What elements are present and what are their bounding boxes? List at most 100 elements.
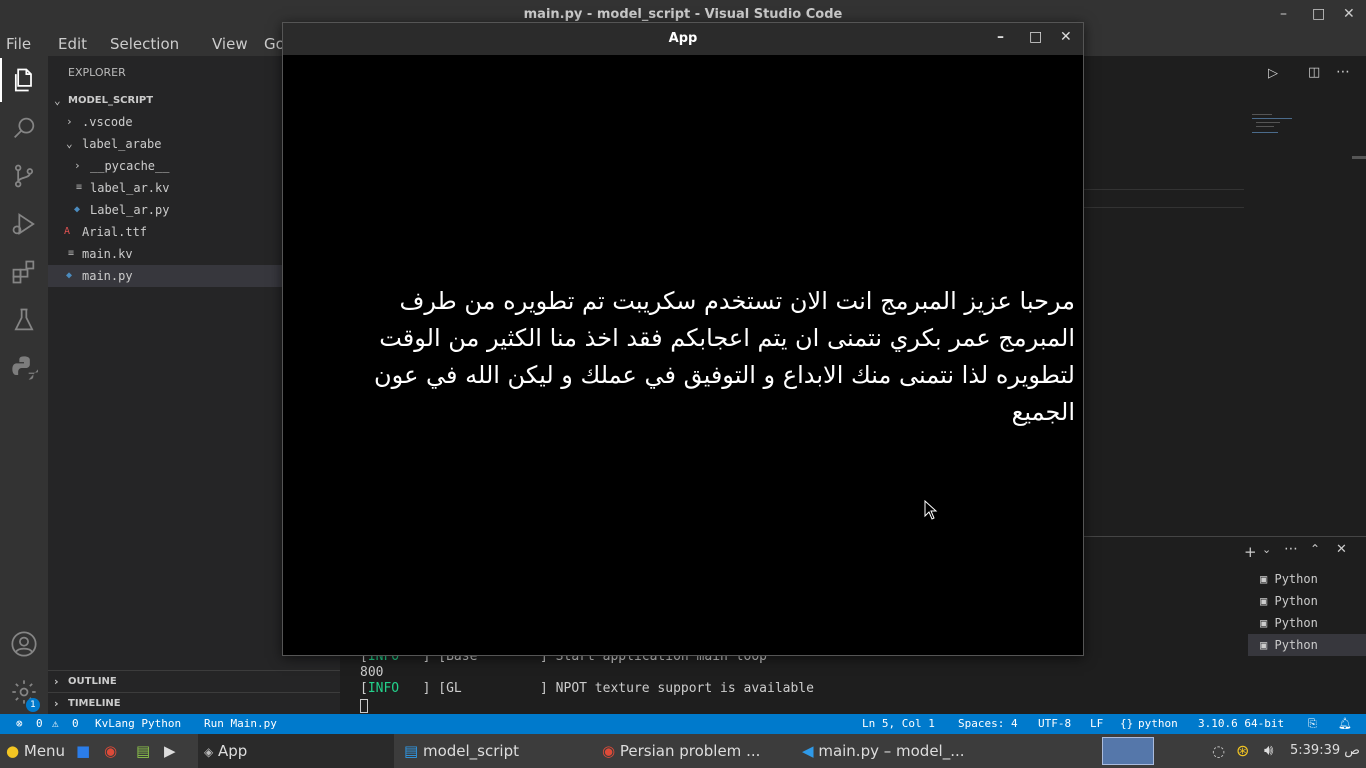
taskbar: ● Menu ■ ◉ ▤ ▶ ◈ App ▤ model_script ◉ Pe… [0,734,1366,768]
chevron-down-icon[interactable]: ⌄ [1262,543,1271,556]
python-icon[interactable] [10,354,41,382]
app-maximize-button[interactable]: □ [1029,29,1042,45]
kivy-icon: ◈ [204,745,214,759]
chevron-right-icon: › [66,115,73,128]
minimap-line [1256,122,1280,123]
outline-section[interactable]: › OUTLINE [48,670,340,692]
volume-icon[interactable]: 🔊︎ [1264,741,1273,759]
indentation[interactable]: Spaces: 4 [958,717,1018,730]
menu-icon: ● [6,742,20,760]
python-file-icon: ◆ [66,270,73,281]
active-indicator [0,58,2,102]
maximize-button[interactable]: □ [1312,6,1325,22]
chevron-down-icon: ⌄ [66,137,73,150]
terminal-icon: ▣ [1260,594,1268,608]
maximize-panel-icon[interactable]: ⌃ [1310,542,1320,556]
terminal-instance[interactable]: ▣ Python [1248,568,1366,590]
file-lines-icon: ≡ [76,182,83,193]
notifications-icon[interactable]: 🔔︎ [1338,717,1352,730]
interpreter[interactable]: 3.10.6 64-bit [1198,717,1284,730]
tree-item-label: __pycache__ [90,159,170,173]
python-file-icon: ◆ [74,204,81,215]
app-window[interactable]: App – □ ✕ مرحبا عزيز المبرمج انت الان تس… [282,22,1084,656]
timeline-section[interactable]: › TIMELINE [48,692,340,714]
terminal-instance-label: Python [1274,616,1318,630]
terminal-icon: ▣ [1260,572,1268,586]
terminal-cursor [360,699,368,713]
braces-icon: {} [1120,717,1134,730]
cursor-position[interactable]: Ln 5, Col 1 [862,717,935,730]
testing-icon[interactable] [10,306,38,334]
clock[interactable]: 5:39:39 ص [1290,743,1360,758]
minimize-button[interactable]: – [1280,6,1287,22]
new-terminal-icon[interactable]: + [1244,543,1257,561]
chevron-down-icon: ⌄ [54,94,61,107]
menu-view[interactable]: View [212,35,248,53]
error-icon[interactable]: ⊗ [16,717,23,730]
search-icon[interactable] [10,114,38,142]
error-count[interactable]: 0 [36,717,43,730]
menu-edit[interactable]: Edit [58,35,87,53]
app-close-button[interactable]: ✕ [1060,29,1072,45]
run-debug-icon[interactable] [10,210,38,238]
warning-icon[interactable]: ⚠ [52,717,59,730]
status-run[interactable]: Run Main.py [204,717,277,730]
more-actions-icon[interactable]: ⋯ [1336,64,1350,80]
terminal-instance-active[interactable]: ▣ Python [1248,634,1366,656]
editor-rule [1084,189,1244,190]
scrollbar-thumb[interactable] [1352,156,1366,159]
chevron-right-icon: › [74,159,81,172]
terminal-launcher-icon[interactable]: ▶ [164,734,184,768]
task-label: Persian problem ... [619,742,761,760]
split-editor-icon[interactable]: ◫ [1308,65,1320,80]
tree-item-label: label_arabe [82,137,162,151]
terminal-instance[interactable]: ▣ Python [1248,612,1366,634]
update-icon[interactable]: ⊛ [1236,741,1249,760]
eol[interactable]: LF [1090,717,1103,730]
run-icon[interactable]: ▷ [1268,66,1278,81]
start-menu-label: Menu [23,742,66,760]
minimap-line [1256,126,1274,127]
status-kvlang[interactable]: KvLang Python [95,717,181,730]
close-button[interactable]: ✕ [1343,6,1355,22]
chevron-right-icon: › [54,675,59,688]
feedback-icon[interactable]: ⎘ [1308,717,1317,731]
start-menu-button[interactable]: ● Menu [6,734,78,768]
chrome-launcher-icon[interactable]: ◉ [104,734,124,768]
more-actions-icon[interactable]: ⋯ [1284,541,1298,557]
task-model-script[interactable]: ▤ model_script [398,734,594,768]
source-control-icon[interactable] [10,162,38,190]
files-icon[interactable] [10,66,38,94]
terminal-instance-label: Python [1274,638,1318,652]
warning-count[interactable]: 0 [72,717,79,730]
tree-item-label: label_ar.kv [90,181,170,195]
folder-icon: ▤ [404,742,419,760]
language-mode[interactable]: python [1138,717,1178,730]
task-label: main.py – model_... [818,742,965,760]
root-folder-label: MODEL_SCRIPT [68,95,154,106]
settings-badge: 1 [26,698,40,712]
show-desktop-icon[interactable]: ■ [76,734,94,768]
explorer-title: EXPLORER [68,66,126,79]
minimap[interactable] [1250,112,1310,152]
menu-selection[interactable]: Selection [110,35,179,53]
task-chrome[interactable]: ◉ Persian problem ... [598,734,798,768]
app-titlebar[interactable]: App – □ ✕ [283,23,1083,55]
files-launcher-icon[interactable]: ▤ [136,734,156,768]
tree-item-label: main.py [82,269,133,283]
task-vscode[interactable]: ◀ main.py – model_... [800,734,998,768]
editor-rule [1084,207,1244,208]
encoding[interactable]: UTF-8 [1038,717,1071,730]
task-app[interactable]: ◈ App [198,734,394,768]
workspace-switcher[interactable] [1102,737,1154,765]
window-title: main.py - model_script - Visual Studio C… [523,7,843,22]
terminal-instance[interactable]: ▣ Python [1248,590,1366,612]
account-icon[interactable] [10,630,38,658]
mouse-pointer-icon [924,500,938,520]
menu-file[interactable]: File [6,35,31,53]
close-panel-icon[interactable]: ✕ [1336,542,1347,557]
extensions-icon[interactable] [10,258,38,286]
minimap-line [1252,114,1272,115]
app-minimize-button[interactable]: – [997,29,1004,45]
activity-bar: 1 [0,56,48,714]
